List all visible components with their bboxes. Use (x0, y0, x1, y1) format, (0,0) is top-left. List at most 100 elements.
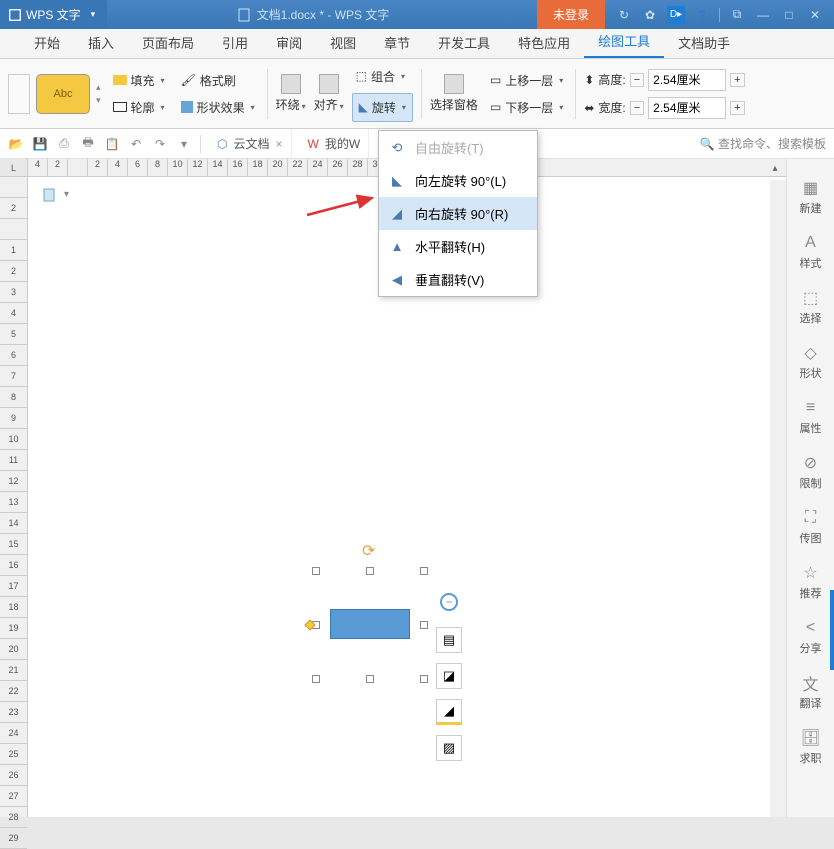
side-panel-推荐[interactable]: ☆推荐 (800, 564, 822, 601)
tab-doc-assistant[interactable]: 文档助手 (664, 27, 744, 58)
ruler-vertical[interactable]: 2123456789101112131415161718192021222324… (0, 177, 28, 817)
rotate-menu-item-3[interactable]: ▲水平翻转(H) (379, 230, 537, 263)
fill-button[interactable]: 填充▾ (109, 70, 169, 91)
cloud-doc-tab[interactable]: ⬡ 云文档 × (209, 129, 292, 158)
ruler-toggle-icon[interactable]: ▴ (766, 159, 784, 177)
ruler-v-mark: 22 (0, 681, 27, 702)
tab-special[interactable]: 特色应用 (504, 27, 584, 58)
close-tab-icon[interactable]: × (276, 137, 283, 151)
shape-gallery-prev[interactable] (8, 74, 30, 114)
selection-pane-button[interactable]: 选择窗格 (430, 74, 478, 113)
resize-handle-bl[interactable] (312, 675, 320, 683)
height-minus[interactable]: − (630, 73, 644, 87)
tab-drawing-tools[interactable]: 绘图工具 (584, 25, 664, 58)
my-wps-tab[interactable]: W 我的W (300, 129, 370, 158)
group-button[interactable]: ⬚组合▾ (352, 66, 413, 87)
side-panel-label: 推荐 (800, 585, 822, 601)
gallery-down-icon[interactable]: ▾ (96, 95, 101, 106)
shape-effect-button[interactable]: 形状效果▾ (177, 97, 259, 118)
side-panel-分享[interactable]: <分享 (800, 619, 822, 656)
open-icon[interactable]: 📂 (8, 136, 24, 152)
side-panel-翻译[interactable]: 文翻译 (800, 674, 822, 711)
tab-insert[interactable]: 插入 (74, 27, 128, 58)
resize-handle-br[interactable] (420, 675, 428, 683)
rotate-menu-item-2[interactable]: ◢向右旋转 90°(R) (379, 197, 537, 230)
app-logo[interactable]: WPS 文字 ▾ (0, 0, 107, 29)
section-dropdown-icon[interactable]: ▾ (64, 189, 69, 200)
outline-tool-icon[interactable]: ◢ (436, 699, 462, 725)
resize-handle-bm[interactable] (366, 675, 374, 683)
width-minus[interactable]: − (630, 101, 644, 115)
side-panel-限制[interactable]: ⊘限制 (800, 454, 822, 491)
align-button[interactable]: 对齐▾ (314, 74, 344, 113)
search-hint[interactable]: 🔍 查找命令、搜索模板 (700, 135, 826, 152)
tab-dev[interactable]: 开发工具 (424, 27, 504, 58)
rotate-handle-icon[interactable]: ⟳ (362, 541, 378, 557)
minimize-icon[interactable]: — (754, 6, 772, 24)
shape-effect-tool-icon[interactable]: ▨ (436, 735, 462, 761)
tab-chapter[interactable]: 章节 (370, 27, 424, 58)
settings-icon[interactable]: ✿ (641, 6, 659, 24)
save-icon[interactable]: 💾 (32, 136, 48, 152)
resize-handle-tr[interactable] (420, 567, 428, 575)
ruler-v-mark: 20 (0, 639, 27, 660)
side-panel-新建[interactable]: ▦新建 (800, 179, 822, 216)
height-plus[interactable]: + (730, 73, 744, 87)
ruler-corner[interactable]: L (0, 159, 28, 176)
tab-layout[interactable]: 页面布局 (128, 27, 208, 58)
wrap-button[interactable]: 环绕▾ (276, 74, 306, 113)
rotate-button[interactable]: ◣旋转▾ (352, 93, 413, 122)
tab-start[interactable]: 开始 (20, 27, 74, 58)
paste-icon[interactable]: 📋 (104, 136, 120, 152)
sync-icon[interactable]: ↻ (615, 6, 633, 24)
more-icon[interactable]: ▾ (176, 136, 192, 152)
width-input[interactable] (648, 97, 726, 119)
gallery-up-icon[interactable]: ▴ (96, 82, 101, 93)
width-plus[interactable]: + (730, 101, 744, 115)
side-panel: ▦新建 A样式 ⬚选择 ◇形状 ≡属性 ⊘限制 ⛶传图 ☆推荐 <分享文翻译 🗄求职 (786, 159, 834, 817)
side-panel-样式[interactable]: A样式 (800, 234, 822, 271)
maximize-icon[interactable]: □ (780, 6, 798, 24)
height-icon: ⬍ (584, 73, 594, 87)
tab-view[interactable]: 视图 (316, 27, 370, 58)
height-input[interactable] (648, 69, 726, 91)
close-icon[interactable]: ✕ (806, 6, 824, 24)
tab-reference[interactable]: 引用 (208, 27, 262, 58)
side-panel-求职[interactable]: 🗄求职 (800, 729, 822, 766)
side-panel-选择[interactable]: ⬚选择 (800, 289, 822, 326)
doc-icon (237, 8, 251, 22)
selected-shape-bounds[interactable]: ⟳ (312, 567, 428, 683)
help-icon[interactable]: ? (693, 6, 711, 24)
rotate-menu-item-1[interactable]: ◣向左旋转 90°(L) (379, 164, 537, 197)
resize-handle-tm[interactable] (366, 567, 374, 575)
fill-tool-icon[interactable]: ◪ (436, 663, 462, 689)
collapse-toolbar-icon[interactable]: − (440, 593, 458, 611)
move-down-button[interactable]: ▭下移一层▾ (486, 97, 567, 118)
layout-options-icon[interactable]: ▤ (436, 627, 462, 653)
undo-icon[interactable]: ↶ (128, 136, 144, 152)
redo-icon[interactable]: ↷ (152, 136, 168, 152)
side-panel-属性[interactable]: ≡属性 (800, 399, 822, 436)
print-icon[interactable]: 🖶 (80, 136, 96, 152)
resize-handle-mr[interactable] (420, 621, 428, 629)
ruler-v-mark: 8 (0, 387, 27, 408)
resize-handle-tl[interactable] (312, 567, 320, 575)
ruler-h-mark: 26 (328, 159, 348, 176)
ruler-h-mark: 22 (288, 159, 308, 176)
side-panel-形状[interactable]: ◇形状 (800, 344, 822, 381)
format-painter-button[interactable]: 🖌格式刷 (177, 70, 259, 91)
vertical-scrollbar[interactable] (770, 180, 786, 817)
side-panel-icon: ◇ (802, 344, 820, 362)
app-menu-dropdown-icon[interactable]: ▾ (91, 9, 99, 20)
move-up-button[interactable]: ▭上移一层▾ (486, 70, 567, 91)
shape-style-preview[interactable]: Abc (36, 74, 90, 114)
rotate-menu-item-4[interactable]: ◀垂直翻转(V) (379, 263, 537, 296)
outline-button[interactable]: 轮廓▾ (109, 97, 169, 118)
print-preview-icon[interactable]: ⎙ (56, 136, 72, 152)
tab-review[interactable]: 审阅 (262, 27, 316, 58)
rectangle-shape[interactable] (330, 609, 410, 639)
side-panel-传图[interactable]: ⛶传图 (800, 509, 822, 546)
wps-logo-icon (8, 8, 22, 22)
share-icon[interactable]: D▸ (667, 6, 685, 24)
restore-window-icon[interactable]: ⧉ (728, 6, 746, 24)
